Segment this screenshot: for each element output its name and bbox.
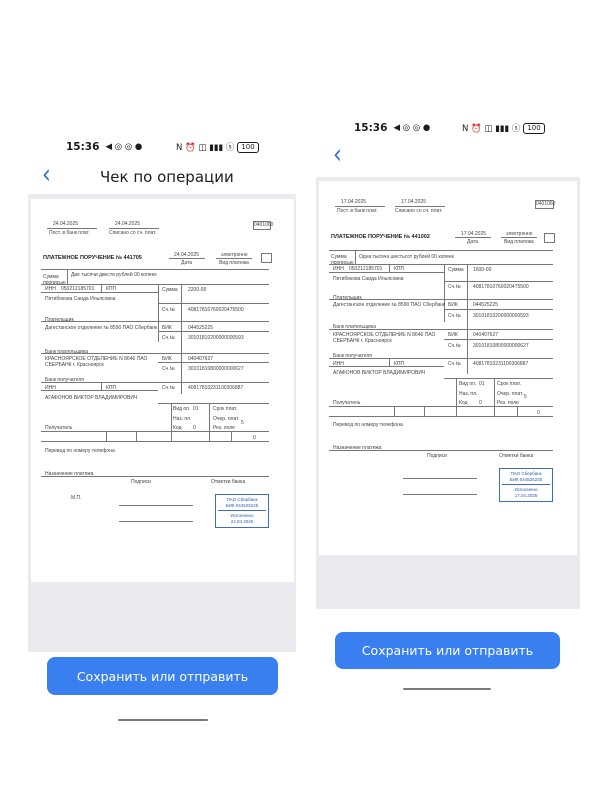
doc-heading-right: ПЛАТЕЖНОЕ ПОРУЧЕНИЕ № 441002	[331, 234, 430, 240]
doc-signatures-label: Подписи	[131, 479, 151, 485]
doc-account-label-2: Сч.№	[162, 335, 175, 341]
doc-label-received-right: Пост. в банк плат.	[337, 208, 378, 214]
doc-receiver-bank-right: КРАСНОЯРСКОЕ ОТДЕЛЕНИЕ N 8646 ПАО СБЕРБА…	[333, 332, 436, 344]
doc-payer-corr-account: 30101810200000000593	[188, 335, 244, 341]
doc-payer-bank: Дагестанское отделение № 8590 ПАО Сберба…	[45, 325, 158, 331]
doc-priority-value-right: 5	[524, 394, 527, 400]
doc-receiver-corr-account: 30101810800000000627	[188, 366, 244, 372]
doc-payer-account: 40817810760020475500	[188, 307, 244, 313]
doc-account-label-2-right: Сч.№	[448, 313, 461, 319]
doc-sum-value-right: 1600-00	[473, 267, 492, 273]
bank-stamp: ПАО Сбербанк БИК 044525225 Исполнено 24.…	[215, 494, 269, 528]
system-icons-right: N ⏰ ◫ ▮▮▮ ⓢ 100	[462, 122, 545, 134]
home-indicator[interactable]	[118, 719, 208, 721]
doc-receiver-account-right: 40817810231100306887	[473, 361, 529, 367]
doc-mp-label: М.П.	[71, 495, 82, 501]
doc-bik-label-2-right: БИК	[448, 332, 458, 338]
doc-payer-name-right: Пятибекова Саида Ильясовна	[333, 276, 404, 282]
doc-receiver-name: АГАФОНОВ ВИКТОР ВЛАДИМИРОВИЧ	[45, 395, 138, 401]
doc-due-label-right: Срок плат.	[497, 381, 522, 387]
notification-icons: ◀ ◎ ◎ ●	[105, 142, 143, 152]
doc-account-label-right: Сч.№	[448, 284, 461, 290]
doc-account-label-4-right: Сч.№	[448, 361, 461, 367]
doc-priority-label-right: Очер. плат.	[497, 391, 524, 397]
doc-op-type-label: Вид оп.	[173, 406, 191, 412]
bank-stamp-right: ПАО Сбербанк БИК 044525225 Исполнено 17.…	[499, 468, 553, 502]
stamp-bik-right: БИК 044525225	[509, 476, 543, 482]
doc-account-label: Сч.№	[162, 307, 175, 313]
doc-date-received: 24.04.2025	[53, 221, 79, 227]
doc-date-received-right: 17.04.2025	[341, 199, 367, 205]
doc-sum-words: Две тысячи двести рублей 00 копеек	[71, 272, 157, 278]
system-icons: N ⏰ ◫ ▮▮▮ ⓢ 100	[176, 141, 259, 153]
battery-icon-right: 100	[523, 122, 545, 134]
status-bar: 15:36 ◀ ◎ ◎ ● N ⏰ ◫ ▮▮▮ ⓢ 100	[66, 139, 278, 155]
doc-form-code: 0401060	[254, 222, 274, 228]
doc-label-received: Пост. в банк плат.	[49, 230, 90, 236]
doc-payer-name: Пятибекова Саида Ильясовна	[45, 296, 116, 302]
doc-account-label-3-right: Сч.№	[448, 343, 461, 349]
doc-date-debited-right: 17.04.2025	[401, 199, 427, 205]
doc-op-type-value: 01	[193, 406, 199, 412]
doc-op-type-value-right: 01	[479, 381, 485, 387]
doc-receiver-bank: КРАСНОЯРСКОЕ ОТДЕЛЕНИЕ N 8646 ПАО СБЕРБА…	[45, 356, 148, 368]
doc-signatures-label-right: Подписи	[427, 453, 447, 459]
doc-payment-type-label-right: Вид платежа	[504, 239, 534, 245]
doc-op-type-label-right: Вид оп.	[459, 381, 477, 387]
doc-receiver-name-right: АГАФОНОВ ВИКТОР ВЛАДИМИРОВИЧ	[333, 370, 426, 376]
save-or-send-button-right[interactable]: Сохранить или отправить	[335, 632, 560, 669]
battery-icon: 100	[237, 141, 259, 153]
doc-receiver-corr-account-right: 30101810800000000627	[473, 343, 529, 349]
system-status-icons: N ⏰ ◫ ▮▮▮ ⓢ	[176, 143, 235, 153]
payment-order-document-right: 17.04.2025 17.04.2025 Пост. в банк плат.…	[319, 181, 577, 555]
doc-account-label-4: Сч.№	[162, 385, 175, 391]
doc-payer-bik-right: 044525225	[473, 302, 499, 308]
doc-purpose-right: Перевод по номеру телефона	[333, 422, 403, 428]
status-time: 15:36	[66, 141, 100, 153]
doc-bank-marks-label: Отметки банка	[211, 479, 246, 485]
doc-bik-label-right: БИК	[448, 302, 458, 308]
doc-payer-corr-account-right: 30101810200000000593	[473, 313, 529, 319]
doc-account-label-3: Сч.№	[162, 366, 175, 372]
doc-sum-label-right: Сумма	[448, 267, 464, 273]
doc-due-label: Срок плат.	[213, 406, 238, 412]
doc-form-code-right: 0401060	[536, 201, 556, 207]
status-bar-right: 15:36 ◀ ◎ ◎ ● N ⏰ ◫ ▮▮▮ ⓢ 100	[354, 120, 566, 136]
stamp-date-right: 17.04.2025	[514, 492, 538, 498]
doc-purpose-code-label: Наз. пл.	[173, 416, 192, 422]
doc-payer-account-right: 40817810760020475500	[473, 284, 529, 290]
back-arrow-icon[interactable]: ‹	[42, 162, 51, 189]
status-time-right: 15:36	[354, 122, 388, 134]
back-arrow-icon-right[interactable]: ‹	[333, 142, 342, 169]
stamp-date: 24.04.2025	[230, 518, 254, 524]
save-or-send-button[interactable]: Сохранить или отправить	[47, 657, 278, 695]
doc-payer-bank-right: Дагестанское отделение № 8590 ПАО Сберба…	[333, 302, 446, 308]
system-status-icons-right: N ⏰ ◫ ▮▮▮ ⓢ	[462, 124, 521, 134]
doc-purpose-code-label-right: Наз. пл.	[459, 391, 478, 397]
page-title: Чек по операции	[100, 168, 234, 186]
doc-payer-label: Плательщик	[45, 317, 74, 323]
payment-order-document: 24.04.2025 24.04.2025 Пост. в банк плат.…	[31, 199, 294, 582]
doc-purpose: Перевод по номеру телефона	[45, 448, 115, 454]
doc-sum-label: Сумма	[162, 287, 178, 293]
doc-date-label: Дата	[181, 260, 193, 266]
stamp-bik: БИК 044525225	[225, 502, 259, 508]
doc-receiver-bik-right: 040407627	[473, 332, 499, 338]
doc-priority-value: 5	[241, 420, 244, 426]
doc-date-debited: 24.04.2025	[115, 221, 141, 227]
notification-icons-right: ◀ ◎ ◎ ●	[393, 123, 431, 133]
doc-payment-type-label: Вид платежа	[219, 260, 249, 266]
doc-priority-label: Очер. плат.	[213, 416, 240, 422]
doc-heading: ПЛАТЕЖНОЕ ПОРУЧЕНИЕ № 441705	[43, 255, 142, 261]
doc-label-debited-right: Списано со сч. плат.	[395, 208, 443, 214]
doc-sum-value: 2200-00	[188, 287, 207, 293]
doc-bank-marks-label-right: Отметки банка	[499, 453, 534, 459]
doc-payer-bank-label: Банк плательщика	[45, 349, 89, 355]
doc-receiver-account: 40817810231100306887	[188, 385, 244, 391]
home-indicator-right[interactable]	[403, 688, 491, 690]
doc-payer-label-right: Плательщик	[333, 295, 362, 301]
doc-sum-words-right: Одна тысяча шестьсот рублей 00 копеек	[359, 254, 454, 260]
doc-date-label-right: Дата	[467, 239, 479, 245]
doc-label-debited: Списано со сч. плат.	[109, 230, 157, 236]
